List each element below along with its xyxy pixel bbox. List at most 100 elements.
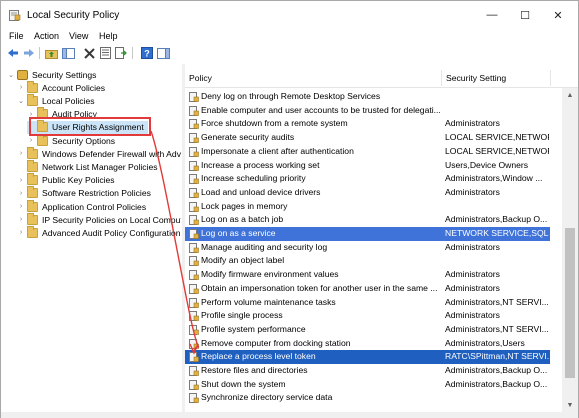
- tree-item[interactable]: Network List Manager Policies: [17, 159, 158, 173]
- policy-row[interactable]: Modify firmware environment values Admini…: [185, 268, 550, 282]
- policy-row[interactable]: Impersonate a client after authenticatio…: [185, 145, 550, 159]
- policy-row[interactable]: Obtain an impersonation token for anothe…: [185, 282, 550, 296]
- policy-name: Generate security audits: [201, 132, 295, 143]
- security-setting-value: RATC\SPittman,NT SERVI...: [445, 351, 549, 362]
- menu-help[interactable]: Help: [99, 31, 118, 41]
- policy-name: Increase a process working set: [201, 159, 320, 170]
- policy-row[interactable]: Load and unload device drivers Administra…: [185, 186, 550, 200]
- policy-row[interactable]: Replace a process level token RATC\SPittm…: [185, 350, 550, 364]
- tree-item[interactable]: › Application Control Policies: [17, 199, 147, 213]
- export-list-icon[interactable]: [114, 46, 128, 60]
- policy-row[interactable]: Enable computer and user accounts to be …: [185, 104, 550, 118]
- expand-chevron-icon: [17, 160, 25, 173]
- policy-row[interactable]: Increase a process working set Users,Devi…: [185, 159, 550, 173]
- policy-icon: [189, 366, 199, 376]
- policy-row[interactable]: Shut down the system Administrators,Backu…: [185, 378, 550, 392]
- security-setting-value: Administrators,Window ...: [445, 173, 543, 184]
- expand-chevron-icon[interactable]: ›: [17, 213, 25, 226]
- menu-view[interactable]: View: [69, 31, 88, 41]
- tree-item[interactable]: › Advanced Audit Policy Configuration: [17, 225, 181, 239]
- security-setting-value: Administrators: [445, 310, 500, 321]
- policy-row[interactable]: Synchronize directory service data: [185, 391, 550, 405]
- console-tree-icon[interactable]: [61, 46, 75, 60]
- policy-icon: [189, 229, 199, 239]
- scroll-thumb[interactable]: [565, 228, 575, 378]
- security-setting-value: Administrators,Backup O...: [445, 378, 548, 389]
- tree-item-label: Account Policies: [42, 82, 106, 93]
- policy-icon: [189, 352, 199, 363]
- title-bar[interactable]: Local Security Policy — ☐ ✕: [1, 1, 578, 29]
- delete-icon[interactable]: [82, 46, 96, 60]
- policy-icon: [189, 324, 199, 335]
- security-setting-value: Administrators,NT SERVI...: [445, 323, 549, 334]
- column-divider[interactable]: [550, 70, 551, 86]
- expand-chevron-icon[interactable]: ›: [17, 200, 25, 213]
- policy-row[interactable]: Deny log on through Remote Desktop Servi…: [185, 90, 550, 104]
- maximize-button[interactable]: ☐: [509, 1, 541, 29]
- policy-row[interactable]: Increase scheduling priority Administrato…: [185, 172, 550, 186]
- policy-row[interactable]: Manage auditing and security log Administ…: [185, 241, 550, 255]
- tree-item[interactable]: › Windows Defender Firewall with Advar: [17, 146, 181, 160]
- policy-name: Manage auditing and security log: [201, 241, 328, 252]
- close-button[interactable]: ✕: [542, 1, 574, 29]
- scroll-down-icon[interactable]: ▼: [562, 398, 578, 412]
- tree-item[interactable]: ⌄ Local Policies: [17, 93, 95, 107]
- tree-item[interactable]: › Account Policies: [17, 80, 106, 94]
- security-setting-value: LOCAL SERVICE,NETWOR...: [445, 132, 549, 143]
- policy-list: Policy Security Setting Deny log on thro…: [185, 64, 578, 412]
- expand-chevron-icon[interactable]: ›: [17, 226, 25, 239]
- policy-row[interactable]: Profile system performance Administrators…: [185, 323, 550, 337]
- up-folder-icon[interactable]: [44, 46, 58, 60]
- collapse-chevron-icon[interactable]: ⌄: [7, 68, 15, 81]
- menu-action[interactable]: Action: [34, 31, 59, 41]
- expand-chevron-icon[interactable]: ›: [17, 147, 25, 160]
- policy-row[interactable]: Generate security audits LOCAL SERVICE,NE…: [185, 131, 550, 145]
- policy-row[interactable]: Log on as a service NETWORK SERVICE,SQLS.…: [185, 227, 550, 241]
- tree-item-label: Advanced Audit Policy Configuration: [42, 227, 181, 238]
- tree-item-label: Network List Manager Policies: [42, 161, 158, 172]
- tree-item-label: Application Control Policies: [42, 201, 147, 212]
- toolbar-separator: [39, 47, 40, 59]
- policy-row[interactable]: Log on as a batch job Administrators,Back…: [185, 213, 550, 227]
- policy-name: Modify firmware environment values: [201, 269, 339, 280]
- column-header-security-setting[interactable]: Security Setting: [446, 73, 506, 83]
- column-divider[interactable]: [441, 70, 442, 86]
- tree-item-label: IP Security Policies on Local Computer: [42, 214, 181, 225]
- toolbar: ?: [1, 44, 578, 62]
- policy-name: Obtain an impersonation token for anothe…: [201, 282, 438, 293]
- policy-row[interactable]: Force shutdown from a remote system Admin…: [185, 117, 550, 131]
- policy-row[interactable]: Modify an object label: [185, 254, 550, 268]
- policy-row[interactable]: Restore files and directories Administrat…: [185, 364, 550, 378]
- properties-icon[interactable]: [98, 46, 112, 60]
- policy-row[interactable]: Lock pages in memory: [185, 200, 550, 214]
- expand-chevron-icon[interactable]: ›: [17, 187, 25, 200]
- user-rights-highlight-box: [29, 117, 151, 136]
- security-setting-value: NETWORK SERVICE,SQLS...: [445, 228, 549, 238]
- policy-name: Force shutdown from a remote system: [201, 118, 348, 129]
- forward-icon[interactable]: [22, 46, 36, 60]
- column-header-policy[interactable]: Policy: [189, 73, 212, 83]
- tree-item[interactable]: ⌄ Security Settings: [7, 68, 96, 81]
- scroll-up-icon[interactable]: ▲: [562, 88, 578, 102]
- menu-file[interactable]: File: [9, 31, 24, 41]
- status-bar: [1, 412, 578, 418]
- help-icon[interactable]: ?: [140, 46, 154, 60]
- vertical-scrollbar[interactable]: ▲ ▼: [562, 88, 578, 412]
- expand-chevron-icon[interactable]: ›: [17, 81, 25, 94]
- show-action-pane-icon[interactable]: [156, 46, 170, 60]
- tree-item-label: Security Options: [52, 135, 116, 146]
- security-setting-value: LOCAL SERVICE,NETWOR...: [445, 145, 549, 156]
- minimize-button[interactable]: —: [476, 1, 508, 29]
- tree-item[interactable]: › Software Restriction Policies: [17, 186, 151, 200]
- expand-chevron-icon[interactable]: ›: [17, 174, 25, 187]
- folder-icon: [27, 199, 38, 212]
- policy-row[interactable]: Profile single process Administrators: [185, 309, 550, 323]
- security-setting-value: Administrators: [445, 282, 500, 293]
- back-icon[interactable]: [6, 46, 20, 60]
- tree-item[interactable]: › IP Security Policies on Local Computer: [17, 212, 181, 226]
- policy-row[interactable]: Perform volume maintenance tasks Administ…: [185, 296, 550, 310]
- tree-item[interactable]: › Public Key Policies: [17, 173, 115, 187]
- collapse-chevron-icon[interactable]: ⌄: [17, 94, 25, 107]
- security-setting-value: Administrators,NT SERVI...: [445, 296, 549, 307]
- policy-row[interactable]: Remove computer from docking station Admi…: [185, 337, 550, 351]
